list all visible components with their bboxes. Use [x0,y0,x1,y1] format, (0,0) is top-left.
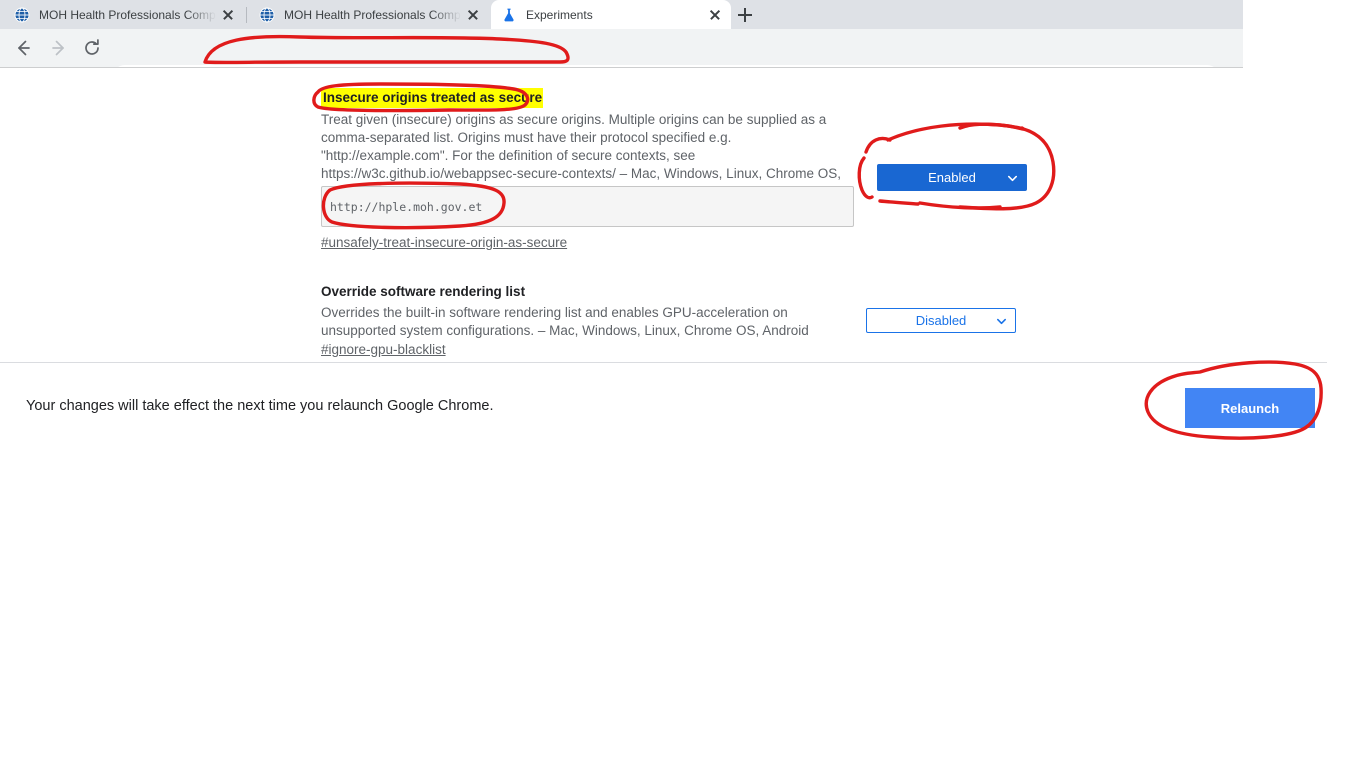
flag-description: Overrides the built-in software renderin… [321,305,809,338]
flag-permalink-ignore-gpu-blacklist[interactable]: #ignore-gpu-blacklist [321,342,446,357]
browser-tab-1-title: MOH Health Professionals Comp [39,7,216,22]
back-button[interactable] [12,37,34,59]
close-icon[interactable] [705,5,725,25]
chevron-down-icon [1007,173,1017,183]
flag-link-row-1: #unsafely-treat-insecure-origin-as-secur… [321,234,567,252]
browser-tab-2[interactable]: MOH Health Professionals Comp [249,0,489,29]
close-icon[interactable] [218,5,238,25]
flag-entry-insecure-origins: Insecure origins treated as secure Treat… [321,88,857,201]
flask-icon [501,7,517,23]
disabled-select-value: Disabled [915,313,967,328]
globe-icon [259,7,275,23]
reload-button[interactable] [81,37,103,59]
flag-title-row: Insecure origins treated as secure [321,88,857,108]
flag-title: Override software rendering list [321,284,526,299]
globe-icon [14,7,30,23]
flags-page: Insecure origins treated as secure Treat… [0,68,1366,768]
disabled-select[interactable]: Disabled [866,308,1016,333]
relaunch-bar-divider [0,362,1327,363]
enabled-select[interactable]: Enabled [877,164,1027,191]
new-tab-button[interactable] [731,3,759,27]
origin-input[interactable] [321,186,854,227]
flag-entry-override-software-rendering: Override software rendering list Overrid… [321,283,857,359]
tab-divider-1 [246,7,247,23]
enabled-select-value: Enabled [928,170,976,185]
close-icon[interactable] [463,5,483,25]
browser-tab-1[interactable]: MOH Health Professionals Comp [4,0,244,29]
forward-button[interactable] [48,37,70,59]
browser-tab-experiments[interactable]: Experiments [491,0,731,29]
browser-tab-2-title: MOH Health Professionals Comp [284,7,461,22]
flag-permalink-unsafely-treat-insecure-origin-as-secure[interactable]: #unsafely-treat-insecure-origin-as-secur… [321,235,567,250]
flag-title-highlighted: Insecure origins treated as secure [321,88,544,108]
tab-strip: MOH Health Professionals Comp MOH Health… [0,0,1243,29]
flag-title-row: Override software rendering list [321,283,857,301]
browser-toolbar: Chrome chrome://flags/#unsafely-treat-in… [0,29,1243,91]
browser-chrome: MOH Health Professionals Comp MOH Health… [0,0,1243,91]
browser-tab-experiments-title: Experiments [526,7,593,22]
relaunch-button[interactable]: Relaunch [1185,388,1315,428]
chevron-down-icon [996,316,1006,326]
relaunch-message: Your changes will take effect the next t… [26,398,494,414]
